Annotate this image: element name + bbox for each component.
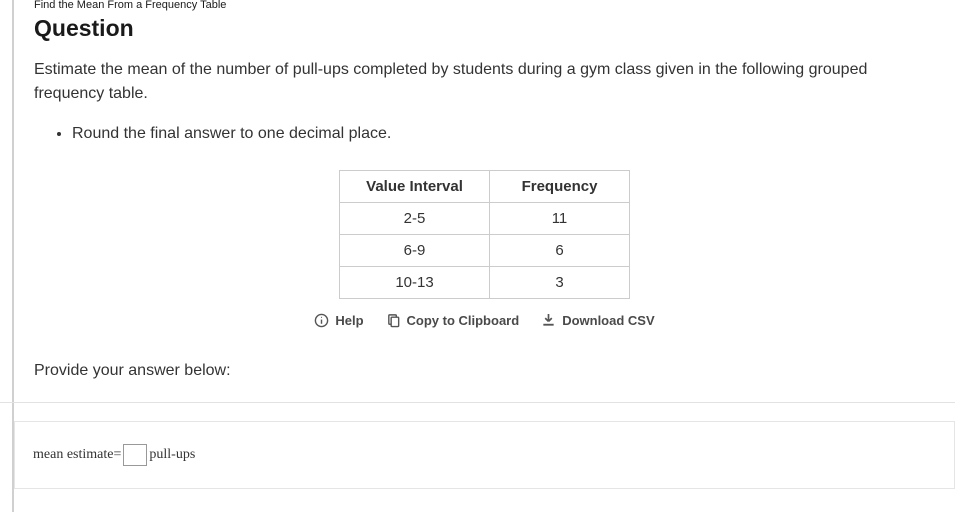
table-row: 6-9 6 bbox=[340, 235, 630, 267]
instruction-item: Round the final answer to one decimal pl… bbox=[72, 122, 935, 146]
cell-frequency: 6 bbox=[490, 235, 630, 267]
mean-estimate-input[interactable] bbox=[123, 444, 147, 466]
download-button[interactable]: Download CSV bbox=[541, 313, 654, 328]
download-icon bbox=[541, 313, 556, 328]
help-label: Help bbox=[335, 313, 363, 328]
cell-frequency: 3 bbox=[490, 267, 630, 299]
answer-area: mean estimate= pull-ups bbox=[0, 402, 955, 489]
clipboard-icon bbox=[386, 313, 401, 328]
cell-frequency: 11 bbox=[490, 203, 630, 235]
answer-label-before: mean estimate= bbox=[33, 447, 121, 463]
instruction-list: Round the final answer to one decimal pl… bbox=[34, 122, 935, 146]
help-button[interactable]: Help bbox=[314, 313, 363, 328]
info-icon bbox=[314, 313, 329, 328]
cell-interval: 2-5 bbox=[340, 203, 490, 235]
copy-label: Copy to Clipboard bbox=[407, 313, 520, 328]
table-row: 10-13 3 bbox=[340, 267, 630, 299]
answer-box: mean estimate= pull-ups bbox=[14, 421, 955, 489]
col-header-frequency: Frequency bbox=[490, 171, 630, 203]
breadcrumb-pretitle: Find the Mean From a Frequency Table bbox=[34, 0, 935, 11]
table-row: 2-5 11 bbox=[340, 203, 630, 235]
table-header-row: Value Interval Frequency bbox=[340, 171, 630, 203]
answer-unit: pull-ups bbox=[149, 447, 195, 463]
question-heading: Question bbox=[34, 15, 935, 42]
download-label: Download CSV bbox=[562, 313, 654, 328]
table-actions: Help Copy to Clipboard Download CSV bbox=[34, 313, 935, 328]
question-prompt: Estimate the mean of the number of pull-… bbox=[34, 58, 935, 106]
frequency-table: Value Interval Frequency 2-5 11 6-9 6 10… bbox=[339, 170, 630, 299]
cell-interval: 6-9 bbox=[340, 235, 490, 267]
copy-button[interactable]: Copy to Clipboard bbox=[386, 313, 520, 328]
cell-interval: 10-13 bbox=[340, 267, 490, 299]
provide-answer-label: Provide your answer below: bbox=[34, 362, 935, 380]
col-header-interval: Value Interval bbox=[340, 171, 490, 203]
